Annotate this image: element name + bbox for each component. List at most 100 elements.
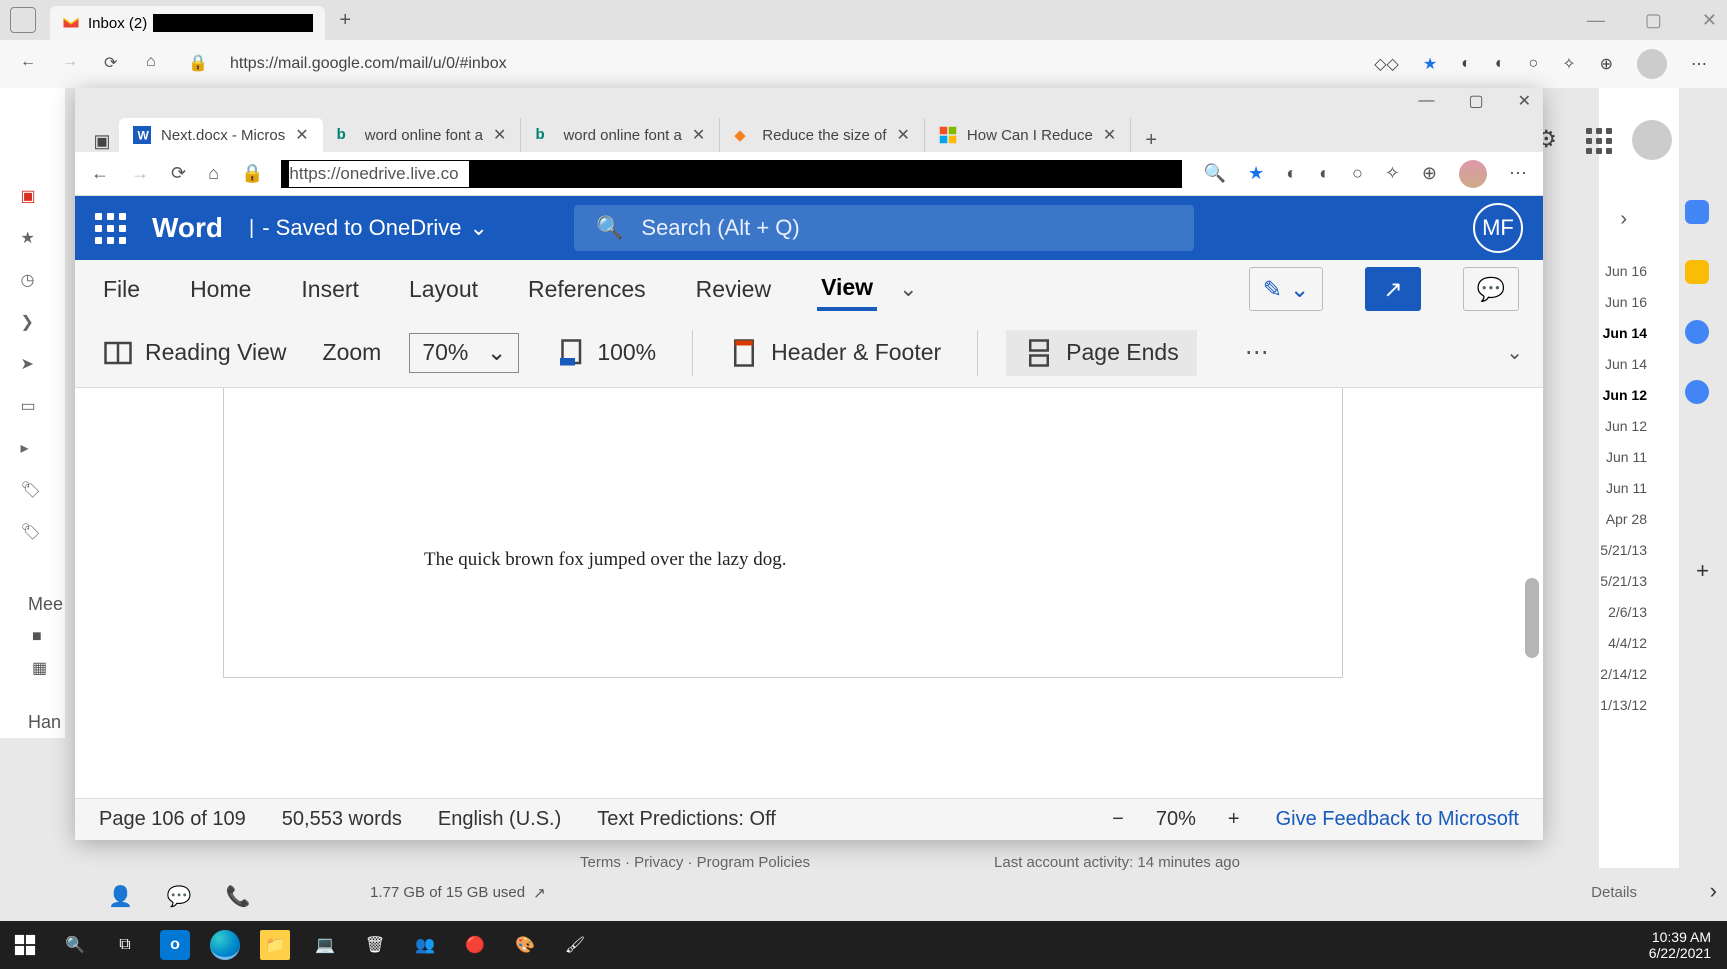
tab-references[interactable]: References <box>524 270 650 309</box>
ribbon-overflow-icon[interactable]: ⌄ <box>899 276 917 302</box>
collections-icon[interactable]: ✧ <box>1562 54 1575 74</box>
ext-icon-3[interactable]: ○ <box>1529 55 1539 73</box>
search-input[interactable]: 🔍 Search (Alt + Q) <box>574 205 1194 251</box>
collections-icon[interactable]: ✧ <box>1385 163 1400 184</box>
refresh-icon[interactable]: ⟳ <box>171 163 186 184</box>
editing-mode-button[interactable]: ✎ ⌄ <box>1249 267 1323 311</box>
mail-date[interactable]: Jun 12 <box>1585 384 1647 406</box>
install-app-icon[interactable]: ⊕ <box>1422 163 1437 184</box>
outer-url[interactable]: https://mail.google.com/mail/u/0/#inbox <box>230 55 1354 73</box>
nav-next-icon[interactable]: › <box>1620 208 1627 231</box>
scroll-thumb[interactable] <box>1525 578 1539 658</box>
inner-new-tab-button[interactable]: + <box>1131 129 1171 152</box>
inner-tab-word-doc[interactable]: W Next.docx - Micros ✕ <box>119 118 323 152</box>
edge-icon[interactable] <box>210 930 240 960</box>
page-ends-button[interactable]: Page Ends <box>1006 330 1197 376</box>
ext-icon[interactable]: ◐ <box>1286 163 1297 184</box>
mail-date[interactable]: Jun 11 <box>1585 477 1647 499</box>
outer-win-minimize[interactable]: — <box>1587 10 1605 31</box>
new-tab-button[interactable]: + <box>325 9 365 32</box>
inner-tab-bing-1[interactable]: b word online font a ✕ <box>323 118 522 152</box>
document-page[interactable]: The quick brown fox jumped over the lazy… <box>223 388 1343 678</box>
inner-tab-ms[interactable]: How Can I Reduce ✕ <box>925 118 1131 152</box>
tab-layout[interactable]: Layout <box>405 270 482 309</box>
mail-date[interactable]: 2/6/13 <box>1585 601 1647 623</box>
file-explorer-icon[interactable]: 📁 <box>260 930 290 960</box>
home-icon[interactable]: ⌂ <box>146 53 168 75</box>
outer-win-close[interactable]: ✕ <box>1702 10 1717 31</box>
mail-date[interactable]: 4/4/12 <box>1585 632 1647 654</box>
outlook-icon[interactable]: o <box>160 930 190 960</box>
document-text[interactable]: The quick brown fox jumped over the lazy… <box>424 549 786 571</box>
close-tab-icon[interactable]: ✕ <box>493 125 506 145</box>
language-indicator[interactable]: English (U.S.) <box>438 808 561 831</box>
inbox-icon[interactable]: ▣ <box>21 186 45 210</box>
refresh-icon[interactable]: ⟳ <box>104 53 126 75</box>
app-icon-1[interactable]: 💻 <box>310 930 340 960</box>
inner-tab-bing-2[interactable]: b word online font a ✕ <box>521 118 720 152</box>
tasks-addon-icon[interactable] <box>1685 320 1709 344</box>
reader-icon[interactable]: ◇◇ <box>1374 54 1399 74</box>
label-icon[interactable]: 🏷 <box>21 480 45 504</box>
contacts-addon-icon[interactable] <box>1685 380 1709 404</box>
mail-date[interactable]: Jun 12 <box>1585 415 1647 437</box>
share-button[interactable]: ↗ <box>1365 267 1421 311</box>
app-icon-4[interactable]: 🎨 <box>510 930 540 960</box>
menu-icon[interactable]: ⋯ <box>1691 54 1707 74</box>
ext-icon-2[interactable]: ◐ <box>1495 55 1505 73</box>
app-launcher-icon[interactable] <box>95 213 126 244</box>
label-icon-2[interactable]: 🏷 <box>21 522 45 546</box>
inner-url-field[interactable]: https://onedrive.live.co <box>281 160 1181 188</box>
zoom-select[interactable]: 70% ⌄ <box>409 333 519 373</box>
google-avatar[interactable] <box>1632 120 1672 160</box>
phone-icon[interactable]: 📞 <box>226 884 251 909</box>
mail-date[interactable]: Jun 16 <box>1585 291 1647 313</box>
tab-actions-icon[interactable]: ▣ <box>85 131 119 152</box>
close-tab-icon[interactable]: ✕ <box>1103 125 1116 145</box>
important-icon[interactable]: ❯ <box>21 312 45 336</box>
snoozed-icon[interactable]: ◷ <box>21 270 45 294</box>
start-button[interactable] <box>10 930 40 960</box>
tab-review[interactable]: Review <box>692 270 775 309</box>
lock-icon[interactable]: 🔒 <box>188 53 210 75</box>
zoom-out-button[interactable]: − <box>1112 808 1124 831</box>
ext-icon[interactable]: ◐ <box>1319 163 1330 184</box>
app-name[interactable]: Word <box>152 212 223 244</box>
inner-win-close[interactable]: ✕ <box>1518 91 1531 111</box>
feedback-link[interactable]: Give Feedback to Microsoft <box>1276 808 1519 831</box>
task-view-icon[interactable]: ⧉ <box>110 930 140 960</box>
zoom-value[interactable]: 70% <box>1156 808 1196 831</box>
header-footer-button[interactable]: Header & Footer <box>721 334 949 372</box>
app-icon-3[interactable]: 🔴 <box>460 930 490 960</box>
tab-insert[interactable]: Insert <box>297 270 363 309</box>
menu-icon[interactable]: ⋯ <box>1509 163 1527 184</box>
word-count[interactable]: 50,553 words <box>282 808 402 831</box>
keep-addon-icon[interactable] <box>1685 260 1709 284</box>
starred-icon[interactable]: ★ <box>21 228 45 252</box>
drafts-icon[interactable]: ▭ <box>21 396 45 420</box>
system-tray[interactable]: 10:39 AM 6/22/2021 <box>1649 929 1717 961</box>
sent-icon[interactable]: ➤ <box>21 354 45 378</box>
inner-win-maximize[interactable]: ▢ <box>1468 91 1483 111</box>
page-indicator[interactable]: Page 106 of 109 <box>99 808 246 831</box>
favorite-icon[interactable]: ★ <box>1248 163 1264 184</box>
doc-save-status[interactable]: | - Saved to OneDrive ⌄ <box>249 215 488 241</box>
gmail-storage[interactable]: 1.77 GB of 15 GB used ↗ <box>370 884 546 902</box>
profile-avatar[interactable] <box>1637 49 1667 79</box>
scrollbar[interactable] <box>1525 388 1539 798</box>
mail-date[interactable]: 1/13/12 <box>1585 694 1647 716</box>
app-icon-2[interactable]: 🗑 <box>360 930 390 960</box>
teams-icon[interactable]: 👥 <box>410 930 440 960</box>
home-icon[interactable]: ⌂ <box>208 163 219 184</box>
document-canvas[interactable]: The quick brown fox jumped over the lazy… <box>75 388 1543 798</box>
comments-button[interactable]: 💬 <box>1463 267 1519 311</box>
gmail-details-link[interactable]: Details <box>1591 884 1637 901</box>
search-icon[interactable]: 🔍 <box>60 930 90 960</box>
mail-date[interactable]: Jun 14 <box>1585 322 1647 344</box>
mail-date[interactable]: 5/21/13 <box>1585 539 1647 561</box>
mail-date[interactable]: Jun 11 <box>1585 446 1647 468</box>
chat-icon[interactable]: 💬 <box>167 884 192 909</box>
more-icon[interactable]: ▸ <box>21 438 45 462</box>
install-app-icon[interactable]: ⊕ <box>1600 54 1613 74</box>
paint-icon[interactable]: 🖌 <box>560 930 590 960</box>
